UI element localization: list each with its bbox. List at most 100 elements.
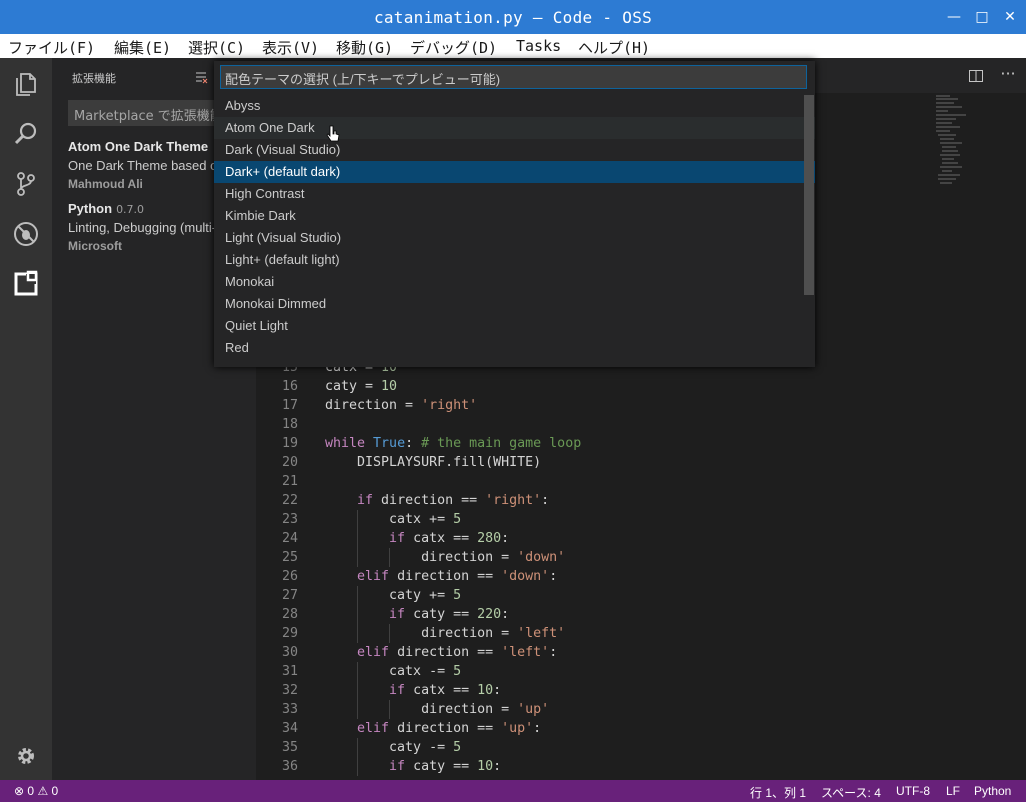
line-text: direction = 'down' — [325, 550, 566, 565]
code-line[interactable]: 19 while True: # the main game loop — [256, 434, 916, 453]
settings-gear-icon[interactable] — [12, 742, 40, 770]
code-line[interactable]: 26 elif direction == 'down': — [256, 567, 916, 586]
files-icon[interactable] — [12, 70, 40, 98]
theme-option[interactable]: Dark+ (default dark) — [214, 161, 815, 183]
theme-option[interactable]: Monokai Dimmed — [214, 293, 815, 315]
code-line[interactable]: 32 if catx == 10: — [256, 681, 916, 700]
code-line[interactable]: 25 direction = 'down' — [256, 548, 916, 567]
code-line[interactable]: 16 caty = 10 — [256, 377, 916, 396]
code-line[interactable]: 34 elif direction == 'up': — [256, 719, 916, 738]
line-text: if catx == 280: — [389, 531, 510, 546]
split-editor-icon[interactable] — [968, 68, 984, 84]
theme-option[interactable]: Monokai — [214, 271, 815, 293]
theme-option[interactable]: Kimbie Dark — [214, 205, 815, 227]
indentation[interactable]: スペース: 4 — [821, 784, 881, 801]
menu-debug[interactable]: デバッグ(D) — [410, 37, 497, 58]
menu-edit[interactable]: 編集(E) — [114, 37, 171, 58]
code-line[interactable]: 35 caty -= 5 — [256, 738, 916, 757]
extension-name: Python — [68, 201, 113, 216]
theme-option[interactable]: Dark (Visual Studio) — [214, 139, 815, 161]
line-text: DISPLAYSURF.fill(WHITE) — [325, 455, 542, 470]
theme-picker-input[interactable]: 配色テーマの選択 (上/下キーでプレビュー可能) — [220, 65, 807, 89]
code-line[interactable]: 30 elif direction == 'left': — [256, 643, 916, 662]
minimap[interactable] — [936, 94, 1006, 194]
debug-icon[interactable] — [12, 220, 40, 248]
theme-option[interactable]: High Contrast — [214, 183, 815, 205]
language-mode[interactable]: Python — [974, 784, 1011, 798]
code-line[interactable]: 36 if caty == 10: — [256, 757, 916, 776]
line-number: 29 — [281, 626, 298, 641]
menu-go[interactable]: 移動(G) — [336, 37, 393, 58]
code-line[interactable]: 18 — [256, 415, 916, 434]
color-theme-picker: 配色テーマの選択 (上/下キーでプレビュー可能) Abyss Atom One D… — [214, 61, 815, 367]
line-number: 16 — [281, 379, 298, 394]
line-number: 35 — [281, 740, 298, 755]
warning-icon: ⚠ — [37, 784, 49, 798]
code-line[interactable]: 22 if direction == 'right': — [256, 491, 916, 510]
code-line[interactable]: 23 catx += 5 — [256, 510, 916, 529]
more-actions-icon[interactable]: ··· — [1000, 66, 1016, 84]
extensions-icon[interactable] — [12, 270, 40, 298]
line-text: elif direction == 'left': — [357, 645, 558, 660]
menu-file[interactable]: ファイル(F) — [8, 37, 95, 58]
theme-list-scrollbar[interactable] — [804, 95, 814, 295]
error-icon: ⊗ — [14, 784, 25, 798]
line-number: 22 — [281, 493, 298, 508]
code-line[interactable]: 17 direction = 'right' — [256, 396, 916, 415]
line-text: catx += 5 — [325, 512, 462, 527]
code-line[interactable]: 31 catx -= 5 — [256, 662, 916, 681]
code-view[interactable]: 15 catx = 10 16 caty = 10 17 direction = 'rig… — [256, 358, 916, 776]
menu-view[interactable]: 表示(V) — [262, 37, 319, 58]
menu-tasks[interactable]: Tasks — [516, 37, 561, 55]
extension-name: Atom One Dark Theme — [68, 139, 209, 154]
search-icon[interactable] — [12, 120, 40, 148]
code-line[interactable]: 33 direction = 'up' — [256, 700, 916, 719]
line-text: direction = 'left' — [325, 626, 566, 641]
line-text: direction = 'up' — [325, 702, 550, 717]
theme-list: Abyss Atom One Dark Dark (Visual Studio) Da… — [214, 95, 815, 359]
line-number: 33 — [281, 702, 298, 717]
line-text: elif direction == 'down': — [357, 569, 558, 584]
code-line[interactable]: 29 direction = 'left' — [256, 624, 916, 643]
code-line[interactable]: 27 caty += 5 — [256, 586, 916, 605]
code-line[interactable]: 24 if catx == 280: — [256, 529, 916, 548]
clear-extensions-icon[interactable] — [194, 69, 208, 84]
line-number: 32 — [281, 683, 298, 698]
file-encoding[interactable]: UTF-8 — [896, 784, 930, 798]
line-text: caty += 5 — [325, 588, 462, 603]
line-number: 24 — [281, 531, 298, 546]
line-text: caty = 10 — [325, 379, 398, 394]
line-text: if direction == 'right': — [357, 493, 550, 508]
cursor-position[interactable]: 行 1、列 1 — [750, 784, 806, 801]
menu-bar: ファイル(F) 編集(E) 選択(C) 表示(V) 移動(G) デバッグ(D) … — [0, 34, 1026, 58]
theme-option[interactable]: Light+ (default light) — [214, 249, 815, 271]
code-line[interactable]: 21 — [256, 472, 916, 491]
title-bar: catanimation.py — Code - OSS — □ ✕ — [0, 0, 1026, 34]
line-number: 26 — [281, 569, 298, 584]
line-number: 21 — [281, 474, 298, 489]
menu-help[interactable]: ヘルプ(H) — [578, 37, 650, 58]
line-number: 17 — [281, 398, 298, 413]
menu-selection[interactable]: 選択(C) — [188, 37, 245, 58]
close-button[interactable]: ✕ — [1001, 8, 1019, 26]
theme-option[interactable]: Red — [214, 337, 815, 359]
line-number: 30 — [281, 645, 298, 660]
line-number: 23 — [281, 512, 298, 527]
status-bar: ⊗ 0 ⚠ 0 行 1、列 1 スペース: 4 UTF-8 LF Python — [0, 780, 1026, 802]
line-ending[interactable]: LF — [946, 784, 960, 798]
minimize-button[interactable]: — — [945, 8, 963, 26]
code-line[interactable]: 28 if caty == 220: — [256, 605, 916, 624]
maximize-button[interactable]: □ — [973, 8, 991, 26]
line-number: 34 — [281, 721, 298, 736]
theme-option[interactable]: Light (Visual Studio) — [214, 227, 815, 249]
line-number: 28 — [281, 607, 298, 622]
code-line[interactable]: 20 DISPLAYSURF.fill(WHITE) — [256, 453, 916, 472]
theme-option[interactable]: Quiet Light — [214, 315, 815, 337]
theme-option[interactable]: Atom One Dark — [214, 117, 815, 139]
error-count: 0 — [27, 784, 35, 798]
line-number: 20 — [281, 455, 298, 470]
theme-option[interactable]: Abyss — [214, 95, 815, 117]
source-control-icon[interactable] — [12, 170, 40, 198]
line-text: direction = 'right' — [325, 398, 478, 413]
problems-indicator[interactable]: ⊗ 0 ⚠ 0 — [14, 784, 58, 798]
